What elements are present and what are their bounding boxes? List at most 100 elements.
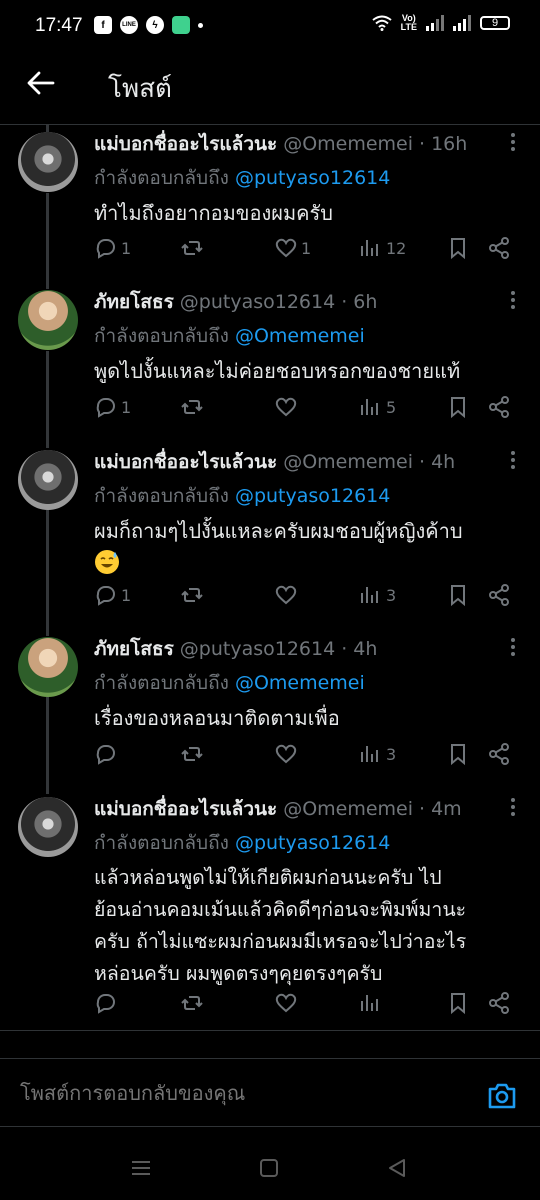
more-vertical-icon (511, 291, 515, 309)
reply-button[interactable]: 1 (94, 395, 131, 419)
share-icon (489, 743, 509, 765)
like-button[interactable] (274, 395, 301, 419)
home-button[interactable] (259, 1158, 279, 1182)
camera-icon (488, 1083, 516, 1109)
tweet-text: ผมก็ถามๆไปงั้นแหละครับผมชอบผู้หญิงค้าบ (94, 519, 463, 543)
display-name[interactable]: ภัทยโสธร (94, 288, 174, 316)
like-button[interactable] (274, 583, 301, 607)
handle[interactable]: @Omememei (283, 133, 413, 155)
reply-context: กำลังตอบกลับถึง @putyaso12614 (94, 167, 391, 189)
handle[interactable]: @Omememei (283, 451, 413, 473)
tweet-actions (94, 989, 514, 1017)
repost-icon (181, 400, 203, 414)
mention-link[interactable]: @putyaso12614 (235, 832, 390, 854)
more-options-button[interactable] (510, 637, 516, 657)
views-button[interactable]: 3 (359, 742, 396, 766)
reply-icon (96, 398, 115, 418)
battery-icon: 9 (480, 16, 510, 30)
share-button[interactable] (487, 583, 511, 607)
wifi-icon (372, 15, 392, 31)
more-options-button[interactable] (510, 132, 516, 152)
repost-button[interactable] (180, 395, 207, 419)
views-button[interactable]: 3 (359, 583, 396, 607)
views-button[interactable]: 5 (359, 395, 396, 419)
display-name[interactable]: ภัทยโสธร (94, 635, 174, 663)
share-button[interactable] (487, 991, 511, 1015)
bookmark-button[interactable] (446, 742, 470, 766)
timestamp[interactable]: 16h (431, 133, 467, 155)
reply-button[interactable]: 1 (94, 583, 131, 607)
timestamp[interactable]: 6h (353, 291, 377, 313)
display-name[interactable]: แม่บอกชื่ออะไรแล้วนะ (94, 795, 277, 823)
like-button[interactable] (274, 991, 301, 1015)
handle[interactable]: @putyaso12614 (180, 638, 335, 660)
bookmark-button[interactable] (446, 583, 470, 607)
camera-button[interactable] (486, 1081, 518, 1115)
timestamp[interactable]: 4h (431, 451, 455, 473)
back-button[interactable] (26, 68, 56, 102)
reply-button[interactable] (94, 991, 121, 1015)
app-header: โพสต์ (0, 54, 540, 116)
separator-dot: · (341, 638, 348, 660)
tweet-actions: 1 3 (94, 581, 514, 609)
mention-link[interactable]: @putyaso12614 (235, 167, 390, 189)
views-button[interactable]: 12 (359, 236, 406, 260)
tweet-actions: 3 (94, 740, 514, 768)
like-button[interactable]: 1 (274, 236, 311, 260)
share-button[interactable] (487, 236, 511, 260)
volte-icon: Vo) LTE (400, 13, 417, 32)
avatar[interactable] (18, 797, 78, 857)
reply-icon (96, 994, 115, 1014)
avatar[interactable] (18, 450, 78, 510)
bookmark-icon (451, 993, 465, 1015)
handle[interactable]: @putyaso12614 (180, 291, 335, 313)
more-options-button[interactable] (510, 797, 516, 817)
feed-divider (0, 1030, 540, 1031)
composer-divider (0, 1058, 540, 1059)
repost-button[interactable] (180, 742, 207, 766)
repost-icon (181, 747, 203, 761)
bookmark-icon (451, 585, 465, 607)
views-icon (361, 995, 378, 1011)
tweet-text: พูดไปงั้นแหละไม่ค่อยชอบหรอกของชายแท้ (94, 359, 461, 383)
signal-icon-1 (426, 15, 444, 31)
repost-button[interactable] (180, 236, 207, 260)
reply-button[interactable] (94, 742, 121, 766)
heart-icon (275, 397, 297, 417)
reply-input[interactable] (18, 1080, 462, 1106)
home-square-icon (260, 1159, 278, 1177)
more-options-button[interactable] (510, 290, 516, 310)
mention-link[interactable]: @putyaso12614 (235, 485, 390, 507)
display-name[interactable]: แม่บอกชื่ออะไรแล้วนะ (94, 130, 277, 158)
handle[interactable]: @Omememei (283, 798, 413, 820)
avatar[interactable] (18, 637, 78, 697)
heart-icon (275, 238, 297, 258)
views-button[interactable] (359, 991, 386, 1015)
separator-dot: · (341, 291, 348, 313)
mention-link[interactable]: @Omememei (235, 325, 365, 347)
display-name[interactable]: แม่บอกชื่ออะไรแล้วนะ (94, 448, 277, 476)
reply-context: กำลังตอบกลับถึง @putyaso12614 (94, 485, 391, 507)
bookmark-button[interactable] (446, 991, 470, 1015)
repost-button[interactable] (180, 991, 207, 1015)
bookmark-button[interactable] (446, 395, 470, 419)
bookmark-icon (451, 744, 465, 766)
back-nav-button[interactable] (387, 1158, 407, 1182)
timestamp[interactable]: 4m (431, 798, 462, 820)
menu-icon (132, 1161, 150, 1175)
avatar[interactable] (18, 132, 78, 192)
reply-context: กำลังตอบกลับถึง @Omememei (94, 672, 365, 694)
recent-apps-button[interactable] (130, 1158, 152, 1182)
more-options-button[interactable] (510, 450, 516, 470)
share-button[interactable] (487, 742, 511, 766)
more-vertical-icon (511, 133, 515, 151)
bookmark-button[interactable] (446, 236, 470, 260)
share-button[interactable] (487, 395, 511, 419)
timestamp[interactable]: 4h (353, 638, 377, 660)
reply-button[interactable]: 1 (94, 236, 131, 260)
avatar[interactable] (18, 290, 78, 350)
mention-link[interactable]: @Omememei (235, 672, 365, 694)
views-icon (361, 746, 378, 762)
like-button[interactable] (274, 742, 301, 766)
repost-button[interactable] (180, 583, 207, 607)
